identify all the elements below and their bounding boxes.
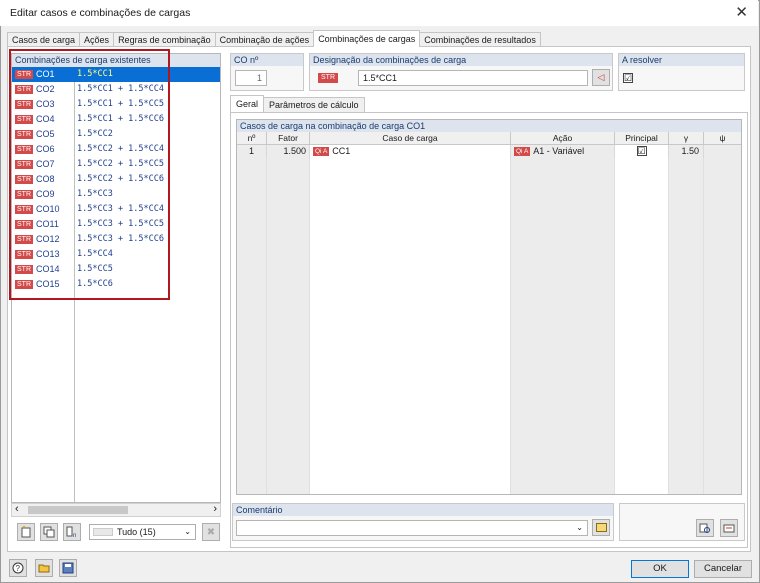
tab-regras-de-combinacao[interactable]: Regras de combinação bbox=[113, 32, 216, 47]
export-button[interactable] bbox=[720, 519, 738, 537]
resolve-label: A resolver bbox=[619, 54, 744, 66]
resolve-checkbox[interactable]: ☑ bbox=[623, 73, 633, 83]
grid-empty-col bbox=[511, 158, 615, 494]
view-icon bbox=[699, 523, 710, 533]
co-number-group: CO nº 1 bbox=[230, 53, 304, 91]
str-badge: STR bbox=[318, 73, 338, 83]
svg-text:n: n bbox=[73, 533, 76, 538]
cell-load-case[interactable]: Qi A CC1 bbox=[310, 145, 511, 158]
library-icon bbox=[595, 523, 607, 532]
cell-no: 1 bbox=[237, 145, 267, 158]
renumber-button[interactable]: n bbox=[63, 523, 81, 541]
help-button[interactable]: ? bbox=[9, 559, 27, 577]
edit-icon: ◁ bbox=[597, 72, 605, 82]
new-combination-button[interactable] bbox=[17, 523, 35, 541]
svg-text:?: ? bbox=[16, 564, 21, 573]
copy-combination-button[interactable] bbox=[40, 523, 58, 541]
scroll-left-icon[interactable]: ‹ bbox=[15, 503, 19, 515]
filter-value: Tudo (15) bbox=[117, 527, 156, 537]
new-icon bbox=[21, 526, 31, 538]
load-case-tag: Qi A bbox=[313, 147, 330, 156]
delete-icon: ✖ bbox=[206, 526, 216, 538]
grid-empty-col bbox=[669, 158, 704, 494]
chevron-down-icon: ⌄ bbox=[184, 527, 191, 536]
delete-combination-button[interactable]: ✖ bbox=[202, 523, 220, 541]
designation-edit-button[interactable]: ◁ bbox=[592, 69, 610, 86]
comment-label: Comentário bbox=[233, 504, 613, 516]
grid-header-row: nº Fator Caso de carga Ação Principal γ … bbox=[237, 132, 741, 145]
col-header-gamma: γ bbox=[669, 132, 704, 145]
cell-principal: ☑ bbox=[615, 145, 669, 158]
filter-select[interactable]: Tudo (15) ⌄ bbox=[89, 524, 196, 540]
open-icon bbox=[38, 564, 50, 573]
help-icon: ? bbox=[12, 562, 24, 574]
tab-combinacoes-de-cargas[interactable]: Combinações de cargas bbox=[313, 30, 421, 47]
tab-combinacao-de-acoes[interactable]: Combinação de ações bbox=[214, 32, 315, 47]
save-icon bbox=[62, 562, 74, 574]
copy-icon bbox=[43, 526, 55, 538]
comment-library-button[interactable] bbox=[592, 519, 610, 536]
principal-checkbox[interactable]: ☑ bbox=[636, 146, 647, 156]
action-tag: Qi A bbox=[514, 147, 531, 156]
load-cases-grid[interactable]: Casos de carga na combinação de carga CO… bbox=[236, 119, 742, 495]
resolve-group: A resolver ☑ bbox=[618, 53, 745, 91]
highlight-frame bbox=[9, 49, 170, 300]
view-button[interactable] bbox=[696, 519, 714, 537]
col-header-action: Ação bbox=[511, 132, 615, 145]
grid-empty-col bbox=[615, 158, 669, 494]
renumber-icon: n bbox=[66, 526, 76, 538]
action-name: A1 - Variável bbox=[533, 146, 585, 156]
title-bar: Editar casos e combinações de cargas ✕ bbox=[0, 0, 758, 26]
scroll-thumb[interactable] bbox=[28, 506, 128, 514]
load-case-name: CC1 bbox=[332, 146, 351, 156]
filter-swatch bbox=[93, 528, 113, 536]
open-button[interactable] bbox=[35, 559, 53, 577]
grid-empty-col bbox=[310, 158, 511, 494]
save-button[interactable] bbox=[59, 559, 77, 577]
grid-empty-col bbox=[267, 158, 310, 494]
comment-group: Comentário ⌄ bbox=[232, 503, 614, 541]
window-title: Editar casos e combinações de cargas bbox=[10, 7, 191, 19]
main-tabs: Casos de carga Ações Regras de combinaçã… bbox=[7, 30, 541, 47]
chevron-down-icon[interactable]: ⌄ bbox=[576, 521, 583, 535]
designation-input[interactable]: 1.5*CC1 bbox=[358, 70, 588, 86]
tools-group bbox=[619, 503, 745, 541]
grid-empty-col bbox=[237, 158, 267, 494]
tab-combinacoes-de-resultados[interactable]: Combinações de resultados bbox=[419, 32, 541, 47]
col-header-psi: ψ bbox=[719, 133, 726, 143]
tab-parametros-de-calculo[interactable]: Parâmetros de cálculo bbox=[263, 97, 365, 112]
cell-factor[interactable]: 1.500 bbox=[267, 145, 310, 158]
scroll-right-icon[interactable]: › bbox=[213, 503, 217, 515]
cell-action: Qi A A1 - Variável bbox=[511, 145, 615, 158]
co-number-input[interactable]: 1 bbox=[235, 70, 267, 86]
cell-gamma: 1.50 bbox=[669, 145, 704, 158]
ok-button[interactable]: OK bbox=[631, 560, 689, 578]
col-header-no: nº bbox=[237, 132, 267, 145]
sub-tabs: Geral Parâmetros de cálculo bbox=[230, 95, 365, 113]
comment-input[interactable]: ⌄ bbox=[236, 520, 588, 536]
tab-geral[interactable]: Geral bbox=[230, 95, 265, 112]
col-header-load-case: Caso de carga bbox=[310, 132, 511, 145]
grid-empty-col bbox=[704, 158, 741, 494]
col-header-factor: Fator bbox=[267, 132, 310, 145]
tab-casos-de-carga[interactable]: Casos de carga bbox=[7, 32, 81, 47]
co-number-label: CO nº bbox=[231, 54, 303, 66]
cancel-button[interactable]: Cancelar bbox=[694, 560, 752, 578]
cell-psi bbox=[704, 145, 741, 158]
designation-group: Designação da combinações de carga STR 1… bbox=[309, 53, 613, 91]
export-icon bbox=[723, 524, 735, 533]
tab-acoes[interactable]: Ações bbox=[79, 32, 115, 47]
designation-label: Designação da combinações de carga bbox=[310, 54, 612, 66]
col-header-principal: Principal bbox=[615, 132, 669, 145]
grid-title: Casos de carga na combinação de carga CO… bbox=[237, 120, 741, 132]
close-icon[interactable]: ✕ bbox=[735, 3, 748, 21]
list-horizontal-scrollbar[interactable]: ‹ › bbox=[11, 503, 221, 517]
